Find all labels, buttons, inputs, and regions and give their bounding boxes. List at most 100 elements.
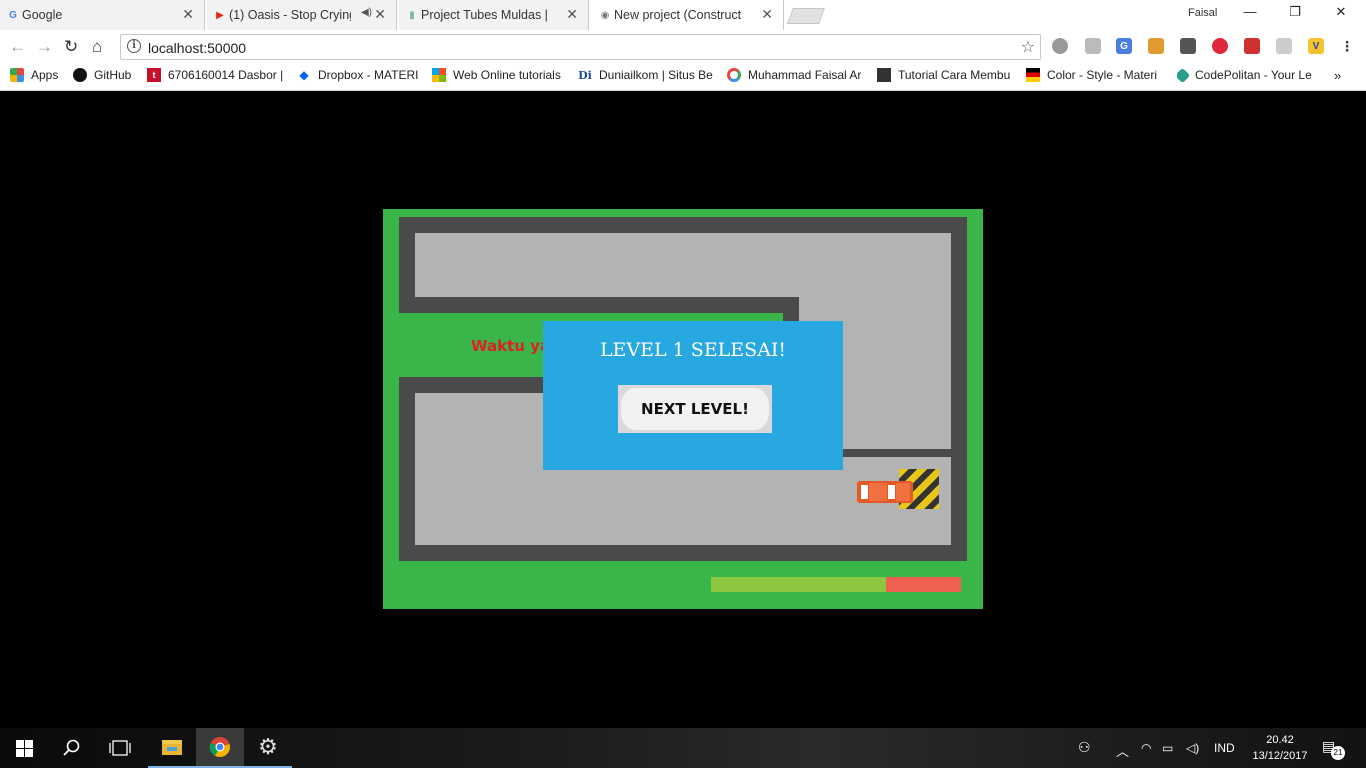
bookmark-dasbor[interactable]: t 6706160014 Dasbor |	[147, 68, 285, 82]
telkom-icon: t	[147, 68, 161, 82]
next-level-button[interactable]: NEXT LEVEL!	[618, 385, 772, 433]
tab-strip: G Google ✕ ▶ (1) Oasis - Stop Crying ◀) …	[0, 0, 1366, 30]
close-tab-icon[interactable]: ✕	[761, 6, 773, 23]
time-elapsed-bar	[886, 577, 961, 592]
bookmark-label: Muhammad Faisal Ar	[748, 68, 862, 82]
search-icon	[63, 739, 80, 756]
action-center-button[interactable]: ▤ 21	[1322, 738, 1345, 760]
battery-icon[interactable]: ▭	[1162, 741, 1173, 755]
wifi-icon[interactable]: ◠	[1141, 741, 1151, 755]
home-icon[interactable]: ⌂	[92, 37, 102, 57]
bookmark-apps[interactable]: Apps	[10, 68, 58, 82]
bookmark-label: GitHub	[94, 68, 132, 82]
address-bar[interactable]: i localhost:50000 ☆	[120, 34, 1041, 60]
gear-icon: ⚙	[258, 734, 278, 759]
duniailkom-icon: Di	[578, 68, 592, 82]
translate-icon[interactable]: G	[1116, 38, 1132, 54]
vue-devtools-icon[interactable]: V	[1308, 38, 1324, 54]
windows-taskbar: ⚙ ⚇ ︿ ◠ ▭ ◁) IND 20.42 13/12/2017 ▤ 21	[0, 728, 1366, 768]
bookmark-web-tutorials[interactable]: Web Online tutorials	[432, 68, 568, 82]
level-complete-dialog: LEVEL 1 SELESAI! NEXT LEVEL!	[543, 321, 843, 470]
youtube-favicon-icon: ▶	[216, 9, 224, 21]
audio-playing-icon[interactable]: ◀)	[361, 7, 372, 18]
profile-name[interactable]: Faisal	[1188, 7, 1217, 19]
extension-icon[interactable]	[1085, 38, 1101, 54]
codepolitan-icon	[1177, 68, 1191, 82]
new-tab-button[interactable]	[787, 8, 825, 24]
window-close-icon[interactable]: ✕	[1331, 4, 1351, 20]
input-language[interactable]: IND	[1214, 741, 1235, 755]
tab-title: (1) Oasis - Stop Crying	[229, 8, 351, 22]
bookmark-dropbox[interactable]: ◆ Dropbox - MATERI	[297, 68, 423, 82]
people-icon[interactable]: ⚇	[1078, 739, 1091, 756]
tutorial-icon	[877, 68, 891, 82]
site-info-icon[interactable]: i	[127, 39, 141, 53]
bookmark-label: Color - Style - Materi	[1047, 68, 1158, 82]
close-tab-icon[interactable]: ✕	[566, 6, 578, 23]
maze-wall-top	[399, 217, 967, 233]
extension-icon[interactable]	[1148, 38, 1164, 54]
bookmark-muhammad-faisal[interactable]: Muhammad Faisal Ar	[727, 68, 865, 82]
bookmark-github[interactable]: GitHub	[73, 68, 139, 82]
search-button[interactable]	[48, 728, 96, 768]
tab-youtube[interactable]: ▶ (1) Oasis - Stop Crying ◀) ✕	[207, 0, 397, 30]
close-tab-icon[interactable]: ✕	[374, 6, 386, 23]
menu-icon[interactable]: ⋮	[1339, 38, 1355, 54]
show-hidden-icons-chevron-icon[interactable]: ︿	[1116, 741, 1129, 760]
settings-taskbar-button[interactable]: ⚙	[244, 728, 292, 768]
notification-count-badge: 21	[1331, 746, 1345, 760]
cube-icon[interactable]	[1276, 38, 1292, 54]
start-button[interactable]	[0, 728, 48, 768]
file-explorer-button[interactable]	[148, 728, 196, 768]
restore-icon[interactable]: ❐	[1285, 4, 1305, 20]
clock-date: 13/12/2017	[1252, 750, 1308, 762]
forward-arrow-icon[interactable]: →	[36, 37, 53, 57]
bookmark-label: Duniailkom | Situs Be	[599, 68, 713, 82]
back-arrow-icon[interactable]: ←	[9, 37, 26, 57]
construct-favicon-icon: ◉	[600, 9, 610, 21]
dropbox-icon: ◆	[299, 68, 309, 82]
tab-project-tubes[interactable]: ▮ Project Tubes Muldas | Tr ✕	[399, 0, 589, 30]
extension-icon[interactable]	[1052, 38, 1068, 54]
google-favicon-icon: G	[9, 9, 17, 21]
tab-title: Google	[22, 8, 63, 22]
tab-google[interactable]: G Google ✕	[0, 0, 205, 30]
extension-icon[interactable]	[1244, 38, 1260, 54]
road-top	[415, 233, 951, 297]
bookmark-label: CodePolitan - Your Le	[1195, 68, 1312, 82]
extension-icon[interactable]	[1180, 38, 1196, 54]
apps-grid-icon	[10, 68, 24, 82]
tab-new-project[interactable]: ◉ New project (Construct 2 ✕	[592, 0, 784, 30]
bookmark-codepolitan[interactable]: CodePolitan - Your Le	[1177, 68, 1319, 82]
bookmark-label: Dropbox - MATERI	[318, 68, 419, 82]
task-view-button[interactable]	[96, 728, 144, 768]
folder-icon	[162, 740, 182, 755]
bookmark-duniailkom[interactable]: Di Duniailkom | Situs Be	[578, 68, 714, 82]
bookmark-star-icon[interactable]: ☆	[1021, 37, 1035, 57]
chrome-icon	[209, 737, 230, 758]
bookmark-label: 6706160014 Dasbor |	[168, 68, 284, 82]
page-favicon-icon: ▮	[409, 9, 415, 21]
maze-wall-right	[951, 217, 967, 561]
close-tab-icon[interactable]: ✕	[182, 6, 194, 23]
tab-title: New project (Construct 2	[614, 8, 744, 22]
bookmark-color-style[interactable]: Color - Style - Materi	[1026, 68, 1166, 82]
dialog-title: LEVEL 1 SELESAI!	[599, 339, 787, 361]
bookmark-tutorial[interactable]: Tutorial Cara Membu	[877, 68, 1015, 82]
target-icon[interactable]	[1212, 38, 1228, 54]
time-remaining-bar	[711, 577, 886, 592]
player-car	[857, 481, 913, 503]
task-view-icon	[109, 740, 131, 756]
game-canvas[interactable]: Waktu ya LEVEL 1 SELESAI! NEXT LEVEL!	[383, 209, 983, 609]
chrome-taskbar-button[interactable]	[196, 728, 244, 768]
system-clock[interactable]: 20.42 13/12/2017	[1252, 732, 1308, 764]
maze-wall-left-lower	[399, 377, 415, 561]
windows-icon	[432, 68, 446, 82]
reload-icon[interactable]: ↻	[64, 37, 78, 57]
more-bookmarks-icon[interactable]: »	[1334, 68, 1341, 83]
minimize-icon[interactable]: —	[1240, 4, 1260, 19]
bookmark-label: Web Online tutorials	[453, 68, 561, 82]
maze-wall-bottom	[399, 545, 967, 561]
volume-icon[interactable]: ◁)	[1186, 741, 1199, 755]
url-text[interactable]: localhost:50000	[148, 40, 246, 56]
